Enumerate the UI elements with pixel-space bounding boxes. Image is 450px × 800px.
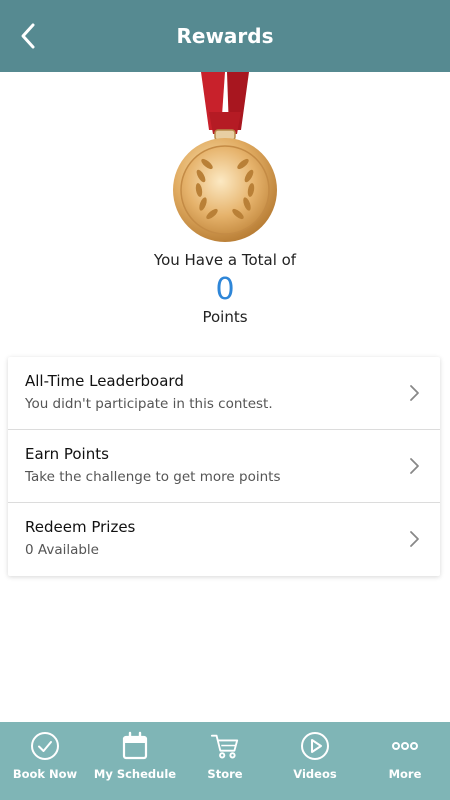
menu-item-title: Redeem Prizes — [25, 518, 136, 536]
menu-item-leaderboard[interactable]: All-Time Leaderboard You didn't particip… — [8, 357, 440, 430]
menu-item-subtitle: You didn't participate in this contest. — [25, 396, 273, 412]
menu-item-subtitle: Take the challenge to get more points — [25, 469, 281, 485]
medal-image — [165, 72, 285, 247]
page-title: Rewards — [176, 24, 274, 48]
calendar-icon — [120, 731, 150, 761]
menu-item-redeem-prizes[interactable]: Redeem Prizes 0 Available — [8, 503, 440, 576]
chevron-right-icon — [410, 531, 419, 547]
chevron-right-icon — [410, 458, 419, 474]
menu-item-title: Earn Points — [25, 445, 109, 463]
chevron-left-icon — [21, 23, 35, 49]
top-bar: Rewards — [0, 0, 450, 72]
bottom-tab-bar: Book Now My Schedule Store Videos More — [0, 722, 450, 800]
tab-label: More — [388, 767, 422, 781]
tab-label: Book Now — [12, 767, 78, 781]
menu-item-subtitle: 0 Available — [25, 542, 99, 558]
chevron-right-icon — [410, 385, 419, 401]
tab-my-schedule[interactable]: My Schedule — [90, 722, 180, 800]
tab-more[interactable]: More — [360, 722, 450, 800]
play-circle-icon — [300, 731, 330, 761]
points-unit-label: Points — [202, 308, 248, 326]
check-circle-icon — [30, 731, 60, 761]
more-dots-icon — [390, 731, 420, 761]
menu-item-title: All-Time Leaderboard — [25, 372, 184, 390]
tab-videos[interactable]: Videos — [270, 722, 360, 800]
tab-label: Store — [207, 767, 243, 781]
rewards-menu: All-Time Leaderboard You didn't particip… — [8, 357, 440, 576]
menu-item-earn-points[interactable]: Earn Points Take the challenge to get mo… — [8, 430, 440, 503]
tab-store[interactable]: Store — [180, 722, 270, 800]
tab-label: My Schedule — [93, 767, 177, 781]
back-button[interactable] — [10, 18, 46, 54]
cart-icon — [210, 731, 240, 761]
tab-label: Videos — [293, 767, 337, 781]
points-value: 0 — [215, 272, 235, 307]
tab-book-now[interactable]: Book Now — [0, 722, 90, 800]
total-points-label: You Have a Total of — [153, 251, 297, 269]
